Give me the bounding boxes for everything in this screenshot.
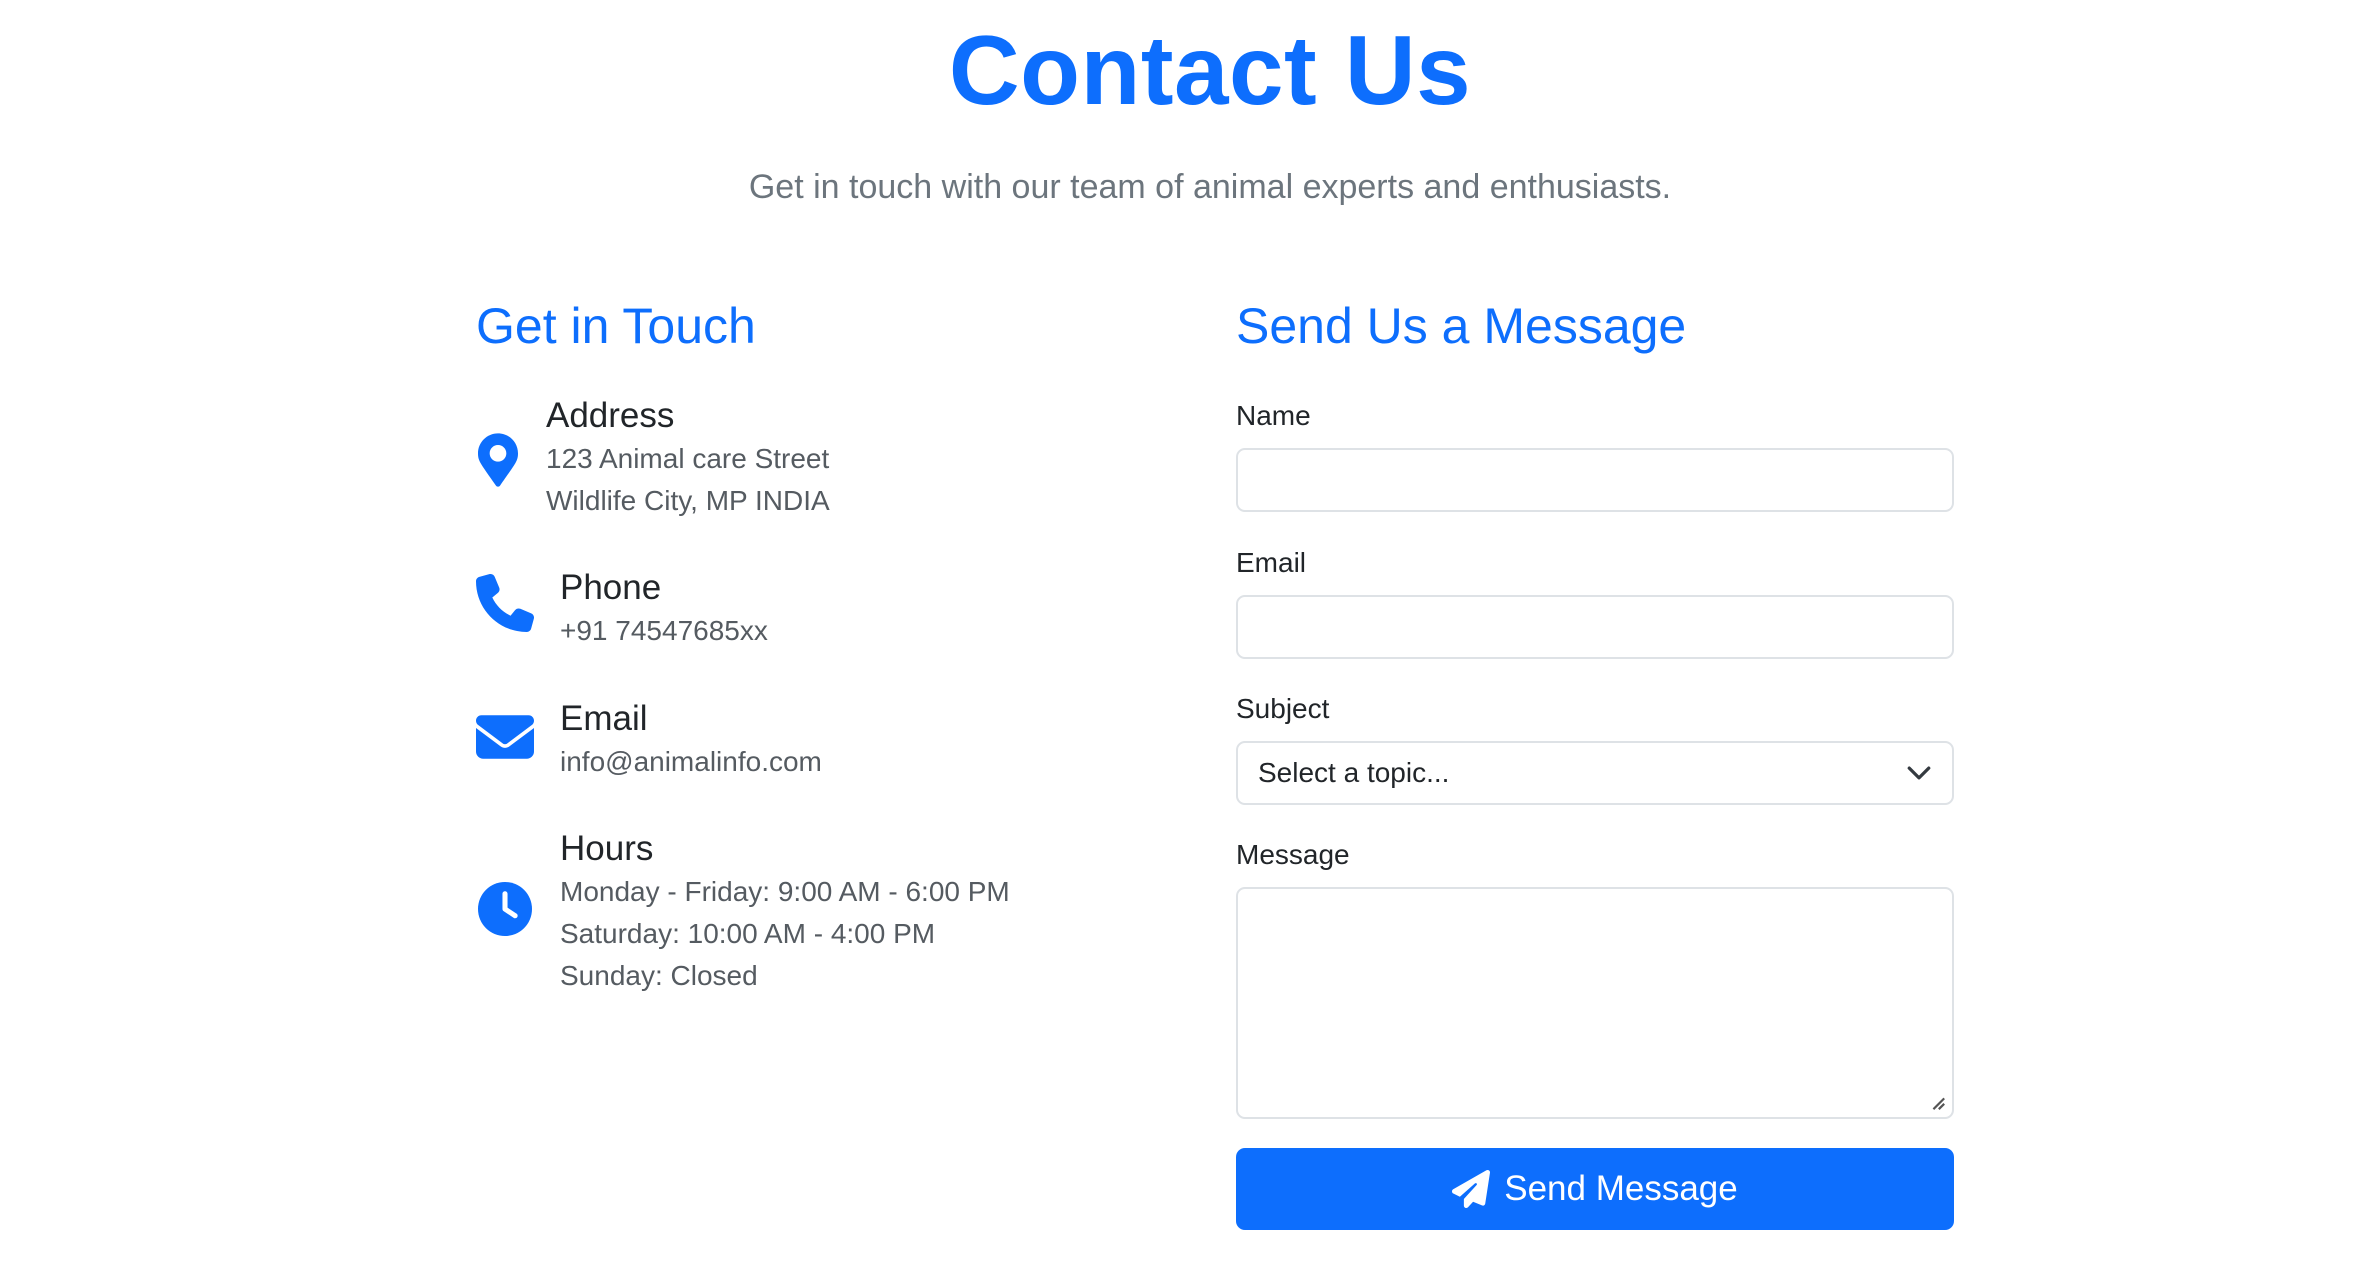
phone-title: Phone xyxy=(560,568,662,607)
hours-title: Hours xyxy=(560,829,654,868)
subject-select[interactable]: Select a topic... xyxy=(1236,741,1954,805)
envelope-icon xyxy=(476,715,534,764)
chevron-down-icon xyxy=(1907,766,1931,780)
address-line-2: Wildlife City, MP INDIA xyxy=(546,485,830,516)
send-message-button[interactable]: Send Message xyxy=(1236,1148,1954,1230)
contact-page: Contact Us Get in touch with our team of… xyxy=(0,0,2371,1266)
phone-number: +91 74547685xx xyxy=(560,615,768,646)
name-input[interactable] xyxy=(1236,448,1954,512)
message-textarea[interactable] xyxy=(1236,887,1954,1119)
hours-weekdays: Monday - Friday: 9:00 AM - 6:00 PM xyxy=(560,876,1010,907)
message-form-heading: Send Us a Message xyxy=(1236,298,1687,354)
email-label: Email xyxy=(1236,547,1307,578)
clock-icon xyxy=(478,882,532,941)
contact-info-section: Get in Touch Address 123 Animal care Str… xyxy=(476,294,1176,991)
email-input[interactable] xyxy=(1236,595,1954,659)
message-label: Message xyxy=(1236,839,1350,870)
email-address: info@animalinfo.com xyxy=(560,746,822,777)
resize-handle-icon[interactable] xyxy=(1928,1093,1946,1111)
page-title: Contact Us xyxy=(948,15,1472,125)
address-title: Address xyxy=(546,396,675,435)
hours-sunday: Sunday: Closed xyxy=(560,960,758,991)
send-message-label: Send Message xyxy=(1504,1169,1738,1208)
subject-selected-value: Select a topic... xyxy=(1258,757,1450,788)
phone-icon xyxy=(476,573,535,637)
message-form: Send Us a Message Name Email Subject Sel… xyxy=(1236,294,1956,1230)
name-label: Name xyxy=(1236,400,1311,431)
page-subtitle: Get in touch with our team of animal exp… xyxy=(748,168,1672,206)
subject-label: Subject xyxy=(1236,693,1330,724)
email-title: Email xyxy=(560,699,648,738)
paper-plane-icon xyxy=(1452,1170,1491,1208)
map-pin-icon xyxy=(478,432,518,493)
hours-saturday: Saturday: 10:00 AM - 4:00 PM xyxy=(560,918,936,949)
address-line-1: 123 Animal care Street xyxy=(546,443,830,474)
contact-info-heading: Get in Touch xyxy=(476,298,756,354)
